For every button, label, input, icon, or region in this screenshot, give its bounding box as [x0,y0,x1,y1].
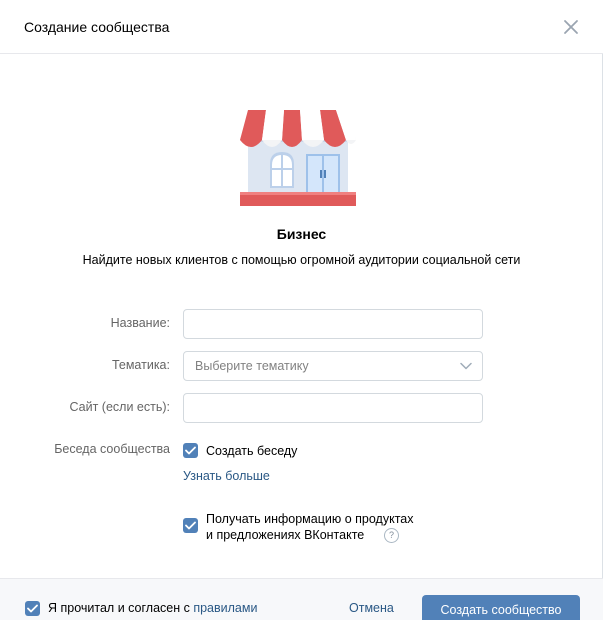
agree-text: Я прочитал и согласен с [48,601,194,615]
create-chat-checkbox[interactable] [183,443,198,458]
name-label: Название: [110,316,170,330]
cancel-button[interactable]: Отмена [349,601,394,615]
site-input[interactable] [183,393,483,423]
name-input[interactable] [183,309,483,339]
checkmark-icon [185,521,196,530]
news-subscription-checkbox[interactable] [183,518,198,533]
theme-placeholder: Выберите тематику [195,359,309,373]
community-type-description: Найдите новых клиентов с помощью огромно… [82,253,521,267]
create-community-button[interactable]: Создать сообщество [422,595,580,620]
modal-footer: Я прочитал и согласен с правилами Отмена… [0,578,603,620]
news-subscription-line1: Получать информацию о продуктах [206,512,414,526]
theme-label: Тематика: [111,358,170,372]
rules-link[interactable]: правилами [193,601,257,615]
store-illustration [236,108,360,210]
theme-select[interactable]: Выберите тематику [183,351,483,381]
help-icon[interactable]: ? [384,528,399,543]
news-subscription-label[interactable]: Получать информацию о продуктах и предло… [206,511,413,543]
create-community-modal: Создание сообщества Бизнес Найдите новых… [0,0,603,620]
agree-rules-label: Я прочитал и согласен с правилами [48,601,257,615]
agree-rules-checkbox[interactable] [25,601,40,616]
checkmark-icon [27,604,38,613]
chat-label: Беседа сообщества [54,442,170,456]
modal-title: Создание сообщества [24,19,170,35]
chevron-down-icon [460,362,472,370]
learn-more-link[interactable]: Узнать больше [183,469,270,483]
close-icon[interactable] [562,18,580,36]
news-subscription-line2: и предложениях ВКонтакте [206,528,365,542]
modal-header: Создание сообщества [0,0,603,54]
create-chat-label[interactable]: Создать беседу [206,443,297,459]
checkmark-icon [185,446,196,455]
community-type-title: Бизнес [276,226,327,242]
site-label: Сайт (если есть): [69,400,171,414]
